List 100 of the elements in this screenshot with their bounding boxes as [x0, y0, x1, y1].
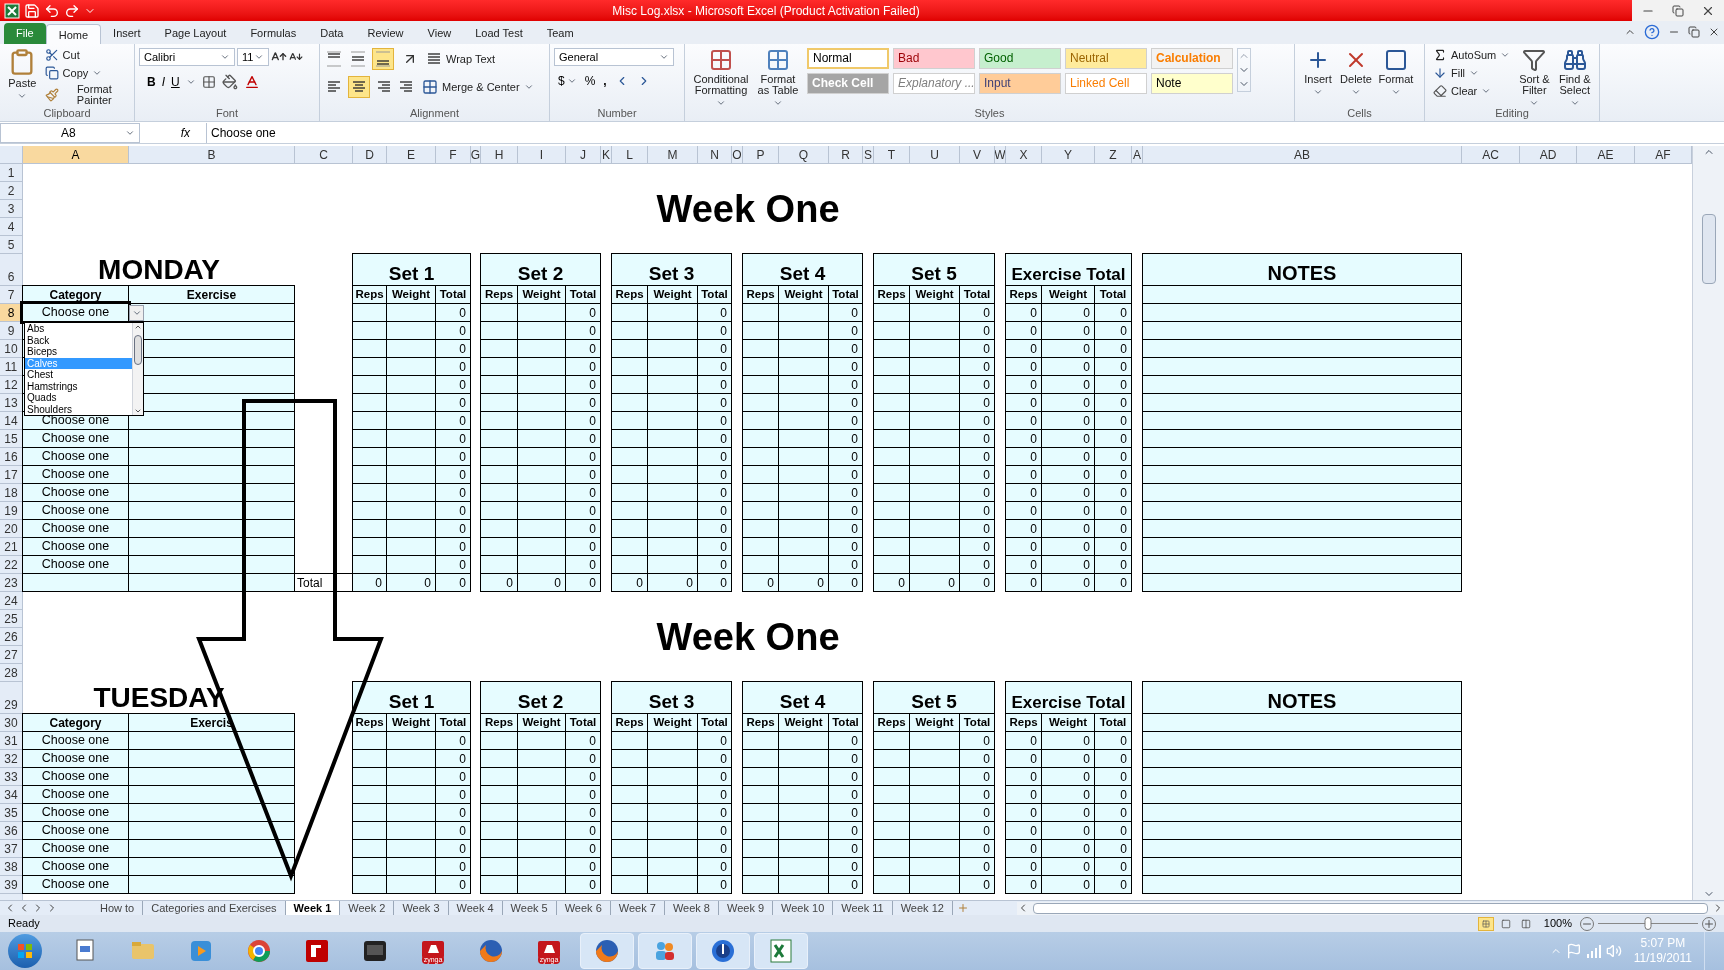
column-header[interactable]: B: [129, 146, 295, 164]
wrap-text-button[interactable]: Wrap Text: [422, 51, 500, 67]
view-button[interactable]: [1477, 916, 1494, 931]
column-header[interactable]: N: [698, 146, 732, 164]
restore-icon[interactable]: [1672, 4, 1684, 17]
format-painter-button[interactable]: Format Painter: [40, 84, 130, 106]
delete-button[interactable]: Delete: [1337, 48, 1375, 97]
font-family-field[interactable]: Calibri: [139, 48, 235, 66]
column-header[interactable]: Q: [779, 146, 829, 164]
comma-button[interactable]: ,: [603, 75, 607, 87]
scroll-thumb[interactable]: [1032, 902, 1708, 914]
dropdown-option[interactable]: Biceps: [25, 346, 132, 358]
redo-icon[interactable]: [64, 2, 80, 19]
column-header[interactable]: P: [743, 146, 779, 164]
ribbon-tab[interactable]: View: [415, 23, 464, 44]
row-header[interactable]: 20: [0, 520, 23, 538]
row-header[interactable]: 7: [0, 286, 23, 304]
dropdown-option[interactable]: Back: [25, 334, 132, 346]
name-box[interactable]: A8: [0, 122, 140, 143]
row-header[interactable]: 14: [0, 412, 23, 430]
underline-button[interactable]: U: [171, 76, 180, 88]
row-header[interactable]: 12: [0, 376, 23, 394]
bold-button[interactable]: B: [147, 76, 156, 88]
column-header[interactable]: D: [353, 146, 387, 164]
autosum-button[interactable]: AutoSum: [1429, 48, 1515, 62]
copy-button[interactable]: Copy: [40, 66, 130, 80]
column-header[interactable]: E: [387, 146, 436, 164]
list-scrollbar[interactable]: [132, 323, 143, 415]
fill-button[interactable]: Fill: [1429, 66, 1515, 80]
sort-filter-button[interactable]: Sort & Filter: [1514, 48, 1555, 108]
ribbon-tab[interactable]: Load Test: [463, 23, 535, 44]
format-as-table-button[interactable]: Format as Table: [753, 48, 803, 108]
column-header[interactable]: A: [1132, 146, 1143, 164]
ribbon-tab[interactable]: File: [4, 23, 46, 44]
row-header[interactable]: 28: [0, 664, 23, 682]
zoom-slider[interactable]: [1598, 917, 1698, 930]
column-header[interactable]: I: [518, 146, 566, 164]
column-header[interactable]: T: [874, 146, 910, 164]
column-header[interactable]: AF: [1635, 146, 1692, 164]
close-icon[interactable]: [1708, 26, 1720, 38]
row-header[interactable]: 9: [0, 322, 23, 340]
column-header[interactable]: A: [23, 146, 129, 164]
row-header[interactable]: 16: [0, 448, 23, 466]
new-sheet-icon[interactable]: [956, 902, 969, 914]
taskbar-app[interactable]: [638, 933, 692, 969]
formula-field[interactable]: Choose one: [206, 122, 1724, 143]
row-header[interactable]: 36: [0, 822, 23, 840]
row-header[interactable]: 3: [0, 200, 23, 218]
undo-icon[interactable]: [44, 2, 60, 19]
row-header[interactable]: 23: [0, 574, 23, 592]
row-header[interactable]: 29: [0, 682, 23, 714]
cut-button[interactable]: Cut: [40, 48, 130, 62]
row-header[interactable]: 32: [0, 750, 23, 768]
taskbar-app[interactable]: [580, 933, 634, 969]
column-header[interactable]: Z: [1095, 146, 1132, 164]
row-header[interactable]: 31: [0, 732, 23, 750]
clear-button[interactable]: Clear: [1429, 84, 1515, 98]
column-header[interactable]: V: [960, 146, 995, 164]
italic-button[interactable]: I: [161, 76, 165, 88]
row-header[interactable]: 10: [0, 340, 23, 358]
vertical-align-button[interactable]: [324, 49, 344, 69]
dropdown-option[interactable]: Chest: [25, 369, 132, 381]
insert-button[interactable]: Insert: [1299, 48, 1337, 97]
currency-button[interactable]: $: [558, 75, 577, 87]
number-format-field[interactable]: General: [554, 48, 674, 66]
scroll-thumb[interactable]: [134, 335, 142, 365]
vertical-align-button[interactable]: [348, 49, 368, 69]
row-header[interactable]: 6: [0, 254, 23, 286]
row-header[interactable]: 22: [0, 556, 23, 574]
start-button[interactable]: [8, 934, 42, 968]
row-header[interactable]: 18: [0, 484, 23, 502]
row-header[interactable]: 19: [0, 502, 23, 520]
ribbon-tab[interactable]: Page Layout: [152, 23, 239, 44]
taskbar-app[interactable]: [696, 933, 750, 969]
column-header[interactable]: M: [648, 146, 698, 164]
dropdown-option[interactable]: Hamstrings: [25, 380, 132, 392]
row-header[interactable]: 4: [0, 218, 23, 236]
row-header[interactable]: 15: [0, 430, 23, 448]
merge-center-button[interactable]: Merge & Center: [418, 79, 538, 95]
row-header[interactable]: 37: [0, 840, 23, 858]
paste-button[interactable]: Paste: [4, 48, 41, 101]
cell-style-option[interactable]: Input: [979, 73, 1061, 94]
save-icon[interactable]: [24, 2, 40, 19]
percent-button[interactable]: %: [584, 75, 596, 87]
row-header[interactable]: 35: [0, 804, 23, 822]
taskbar-app[interactable]: [754, 933, 808, 969]
help-icon[interactable]: [1644, 24, 1660, 40]
row-header[interactable]: 26: [0, 628, 23, 646]
cell-style-option[interactable]: Good: [979, 48, 1061, 69]
indent-button[interactable]: [398, 79, 414, 95]
dropdown-option[interactable]: Abs: [25, 323, 132, 335]
restore-icon[interactable]: [1688, 26, 1700, 38]
font-color-button[interactable]: [243, 74, 260, 90]
find-select-button[interactable]: Find & Select: [1554, 48, 1595, 108]
cell-style-option[interactable]: Bad: [893, 48, 975, 69]
row-header[interactable]: 38: [0, 858, 23, 876]
row-header[interactable]: 27: [0, 646, 23, 664]
dropdown-arrow-button[interactable]: [129, 305, 144, 321]
borders-button[interactable]: [201, 75, 216, 89]
row-header[interactable]: 34: [0, 786, 23, 804]
